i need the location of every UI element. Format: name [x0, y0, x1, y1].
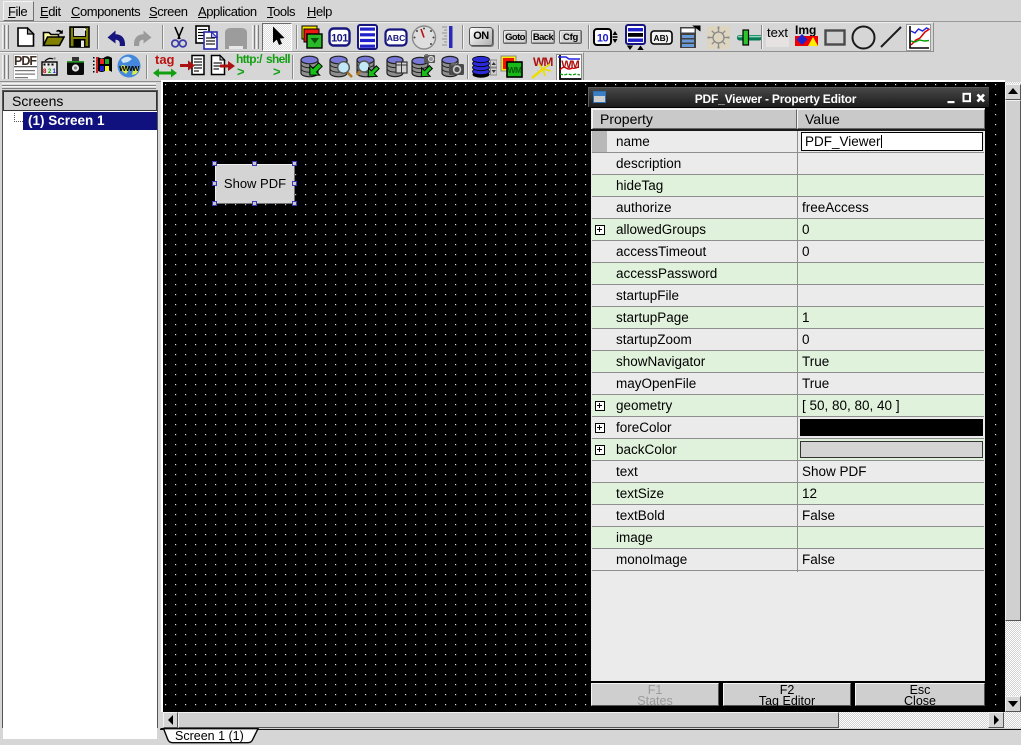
svg-text:WM: WM	[561, 59, 579, 71]
svg-text:101: 101	[331, 33, 348, 45]
svg-text:WM: WM	[507, 65, 522, 75]
svg-text:ABC: ABC	[387, 33, 406, 43]
svg-text:www: www	[118, 63, 140, 73]
svg-text:AB): AB)	[654, 33, 669, 43]
svg-text:10: 10	[597, 33, 609, 45]
svg-text:PDF: PDF	[14, 54, 37, 68]
